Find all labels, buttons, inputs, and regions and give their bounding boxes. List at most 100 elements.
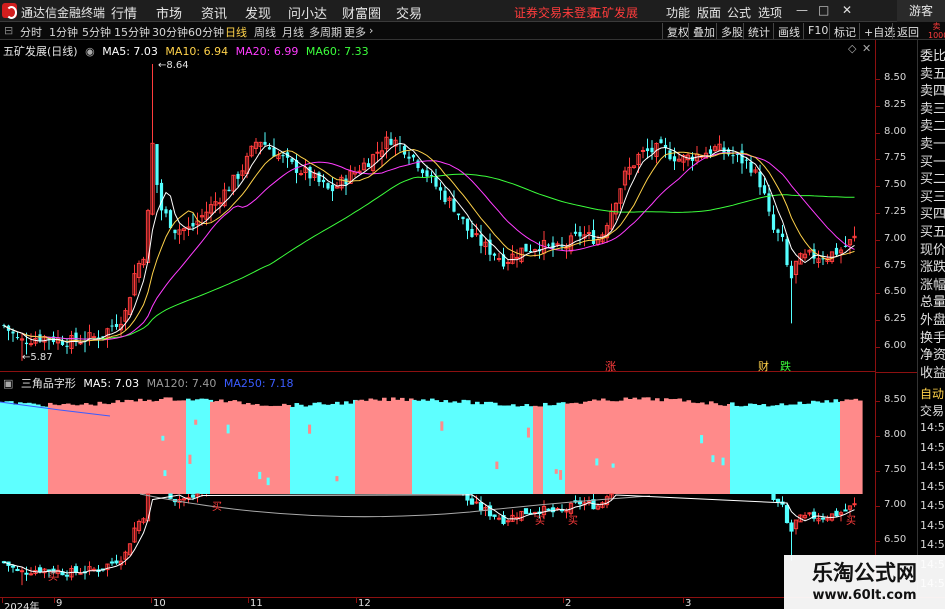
band-bar (709, 401, 714, 494)
more-chevron-icon[interactable]: › (369, 24, 373, 37)
period-1min[interactable]: 1分钟 (49, 24, 78, 40)
candle-body (330, 184, 335, 192)
maximize-icon[interactable]: □ (818, 3, 829, 17)
toolbar-huaxian[interactable]: 画线 (773, 23, 804, 39)
candle-body (321, 179, 326, 183)
close-icon[interactable]: ✕ (842, 3, 852, 17)
band-bar (858, 400, 863, 494)
price-tick (876, 293, 880, 295)
trade-label[interactable]: 交易 (920, 402, 944, 419)
period-more[interactable]: 更多 (344, 24, 366, 40)
band-marker (414, 456, 418, 466)
menu-hangqing[interactable]: 行情 (111, 3, 137, 22)
band-marker (718, 448, 722, 455)
band-bar (479, 404, 485, 494)
price-label: 7.00 (884, 232, 907, 244)
quote-label: 涨幅 (920, 277, 945, 293)
candle-body (164, 209, 168, 214)
period-fenshi[interactable]: 分时 (20, 24, 42, 40)
ind-price-tick (876, 401, 880, 402)
band-bar (186, 398, 191, 494)
price-label: 6.25 (884, 313, 907, 325)
period-daily[interactable]: 日线 (225, 24, 247, 40)
band-marker (198, 468, 202, 475)
ind-price-label: 8.00 (884, 429, 907, 440)
toolbar-diejia[interactable]: 叠加 (688, 23, 719, 39)
band-marker (335, 476, 339, 482)
minimize-icon[interactable]: — (796, 3, 808, 17)
candle-body (465, 218, 470, 231)
band-marker (258, 471, 262, 480)
indicator-chart[interactable]: 买买买买买 (0, 372, 875, 597)
toolbar-fanhui[interactable]: 返回 (892, 23, 923, 39)
band-marker (554, 469, 558, 474)
menu-jiaoyi[interactable]: 交易 (396, 3, 422, 22)
period-multi[interactable]: 多周期 (309, 24, 342, 40)
watermark-title: 乐淘公式网 (812, 561, 917, 585)
menu-caifuquan[interactable]: 财富圈 (342, 3, 381, 22)
date-label: 2 (565, 598, 572, 609)
ind-candle-body (190, 494, 196, 498)
menu-faxian[interactable]: 发现 (245, 3, 271, 22)
band-bar (282, 403, 287, 494)
band-marker (711, 455, 715, 463)
band-bar (601, 398, 606, 494)
auto-trade-label[interactable]: 自动 (920, 385, 944, 402)
quote-panel: 委比 卖五 卖四 卖三 卖二 卖一 买一 买二 买三 买四 买五 现价 涨跌 涨幅 总量 外盘 换手 净资 收益 自动… (917, 40, 945, 597)
chart-settings-icon[interactable]: ◇ (848, 42, 856, 55)
buy-signal-mark: 买 (568, 515, 578, 527)
watermark: 乐淘公式网 www.60lt.com (784, 555, 945, 609)
band-bar (395, 399, 401, 494)
period-30min[interactable]: 30分钟 (152, 24, 188, 40)
band-bar (400, 397, 405, 494)
legend-ma60: MA60: 7.33 (305, 45, 369, 58)
candle-body (785, 239, 789, 266)
band-bar (214, 401, 220, 494)
period-weekly[interactable]: 周线 (254, 24, 276, 40)
ind-candle-body (496, 517, 502, 520)
band-bar (416, 400, 422, 494)
menu-banmian[interactable]: 版面 (697, 4, 721, 21)
period-60min[interactable]: 60分钟 (188, 24, 224, 40)
legend-ma20: MA20: 6.99 (235, 45, 299, 58)
menu-gongshi[interactable]: 公式 (727, 4, 751, 21)
tick-time: 14:56 (920, 421, 945, 434)
menu-gongneng[interactable]: 功能 (666, 4, 690, 21)
date-tick (683, 598, 684, 603)
period-monthly[interactable]: 月线 (282, 24, 304, 40)
quote-label: 换手 (920, 330, 945, 346)
toolbar-expand-icon[interactable]: ⊟ (4, 24, 13, 37)
candle-body (461, 216, 465, 220)
chart-close-icon[interactable]: ✕ (862, 42, 871, 55)
ind-ma5-line (3, 494, 855, 574)
band-bar (605, 400, 611, 494)
menu-wenxiaoda[interactable]: 问小达 (288, 3, 327, 22)
band-bar (317, 402, 322, 494)
candle-body (645, 148, 650, 152)
toolbar-biaoji[interactable]: 标记 (829, 23, 860, 39)
event-cai-mark: 财 (758, 359, 769, 372)
band-bar (299, 404, 304, 494)
candle-body (290, 158, 294, 162)
candle-body (281, 155, 285, 157)
period-5min[interactable]: 5分钟 (82, 24, 111, 40)
legend-gear-icon[interactable]: ◉ (85, 45, 95, 58)
band-bar (312, 402, 318, 494)
menu-xuanxiang[interactable]: 选项 (758, 4, 782, 21)
menu-zixun[interactable]: 资讯 (201, 3, 227, 22)
candle-body (227, 189, 231, 192)
toolbar-f10[interactable]: F10 (803, 23, 832, 39)
menu-shichang[interactable]: 市场 (156, 3, 182, 22)
ind-price-tick (876, 436, 880, 437)
period-15min[interactable]: 15分钟 (114, 24, 150, 40)
band-bar (761, 404, 767, 494)
guest-button[interactable]: 游客 (897, 0, 945, 22)
band-bar (22, 403, 28, 494)
candlestick-chart[interactable]: ←8.64 ←5.87 涨 财跌 (0, 40, 875, 372)
band-bar (439, 402, 444, 494)
toolbar-tongji[interactable]: 统计 (743, 23, 774, 39)
band-bar (228, 401, 233, 494)
legend-toggle-icon[interactable]: ▣ (3, 377, 13, 390)
candle-body (735, 153, 740, 155)
trade-login-status[interactable]: 证券交易未登录 (514, 4, 598, 21)
